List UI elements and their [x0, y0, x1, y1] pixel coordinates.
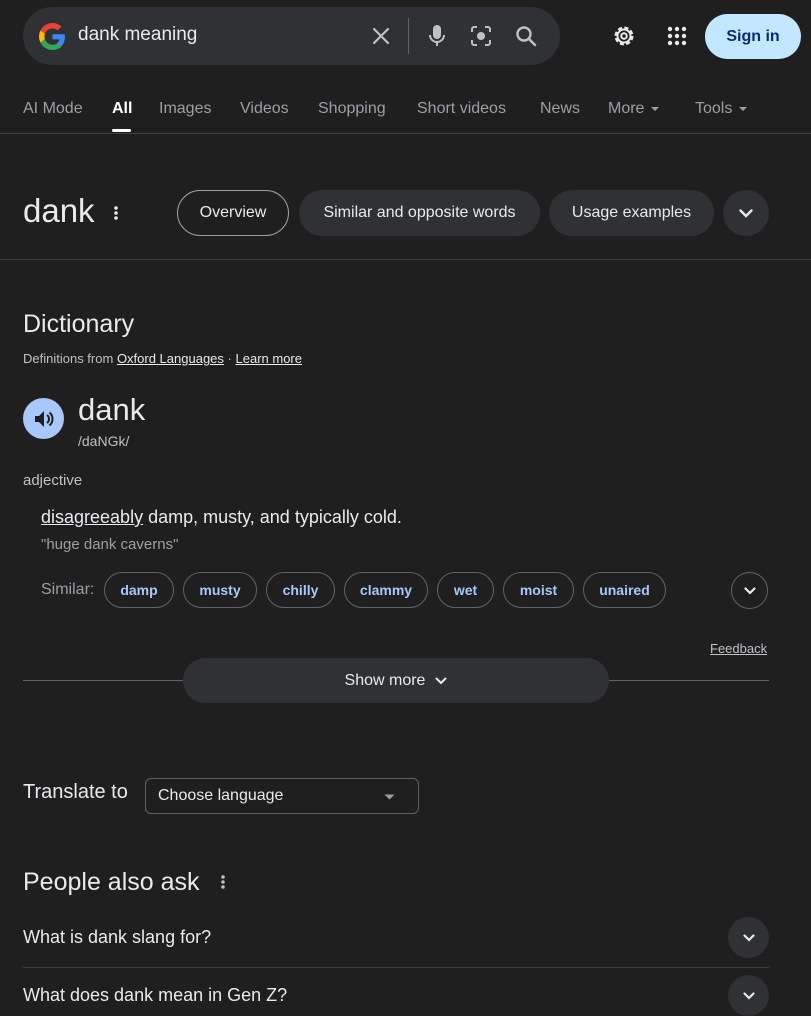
expand-chips-button[interactable]	[723, 190, 769, 236]
part-of-speech: adjective	[23, 472, 83, 489]
chevron-down-icon	[742, 933, 755, 942]
tab-videos[interactable]: Videos	[240, 99, 289, 119]
tab-label: AI Mode	[23, 100, 83, 117]
tab-short-videos[interactable]: Short videos	[417, 99, 506, 119]
pronunciation-button[interactable]	[23, 398, 64, 439]
google-logo-icon[interactable]	[39, 23, 66, 50]
tab-more[interactable]: More	[608, 99, 660, 119]
apps-grid-icon[interactable]	[664, 23, 690, 49]
lens-icon[interactable]	[468, 23, 494, 49]
definition-text: damp, musty, and typically cold.	[143, 507, 402, 527]
definition: disagreeably damp, musty, and typically …	[41, 507, 402, 528]
search-query-text[interactable]: dank meaning	[78, 24, 197, 46]
active-tab-indicator	[112, 129, 131, 132]
learn-more-link[interactable]: Learn more	[236, 351, 302, 366]
search-divider	[408, 18, 409, 54]
similar-chip-wet[interactable]: wet	[437, 572, 494, 608]
caret-down-icon	[384, 794, 395, 800]
paa-divider	[23, 967, 769, 968]
language-select[interactable]: Choose language	[145, 778, 419, 814]
tab-label: Shopping	[318, 100, 386, 117]
tab-shopping[interactable]: Shopping	[318, 99, 386, 119]
paa-question[interactable]: What is dank slang for?	[23, 927, 211, 948]
people-also-ask-heading: People also ask	[23, 868, 200, 896]
chip-overview[interactable]: Overview	[177, 190, 289, 236]
caret-down-icon	[738, 106, 748, 112]
tab-label: News	[540, 100, 581, 117]
tab-news[interactable]: News	[540, 99, 580, 119]
paa-question[interactable]: What does dank mean in Gen Z?	[23, 985, 287, 1006]
dictionary-heading: Dictionary	[23, 310, 135, 338]
phonetic: /daNGk/	[78, 433, 130, 449]
chevron-down-icon	[743, 586, 756, 595]
settings-gear-icon[interactable]	[610, 22, 638, 50]
clear-icon[interactable]	[369, 24, 393, 48]
expand-similar-button[interactable]	[731, 572, 768, 609]
expand-question-button[interactable]	[728, 917, 769, 958]
speaker-icon	[33, 409, 55, 429]
tools-label: Tools	[695, 100, 733, 117]
search-icon[interactable]	[513, 23, 539, 49]
similar-chip-chilly[interactable]: chilly	[266, 572, 335, 608]
tab-label: All	[112, 100, 133, 117]
chevron-down-icon	[435, 677, 447, 685]
definition-link[interactable]: disagreeably	[41, 507, 143, 527]
tab-label: Images	[159, 100, 212, 117]
tabs-divider	[0, 133, 811, 134]
tools-button[interactable]: Tools	[695, 99, 748, 119]
tab-ai-mode[interactable]: AI Mode	[23, 99, 83, 119]
similar-chip-clammy[interactable]: clammy	[344, 572, 428, 608]
language-select-value: Choose language	[158, 787, 284, 804]
more-options-icon[interactable]	[213, 870, 233, 894]
feedback-link[interactable]: Feedback	[710, 641, 767, 656]
show-more-button[interactable]: Show more	[183, 658, 609, 703]
headword: dank	[78, 392, 146, 427]
header-divider	[0, 259, 811, 260]
similar-label: Similar:	[41, 581, 95, 598]
tab-all[interactable]: All	[112, 99, 132, 119]
translate-label: Translate to	[23, 781, 128, 803]
expand-question-button[interactable]	[728, 975, 769, 1016]
show-more-label: Show more	[344, 671, 426, 689]
sign-in-button[interactable]: Sign in	[705, 14, 801, 59]
more-options-icon[interactable]	[106, 201, 126, 225]
similar-chip-unaired[interactable]: unaired	[583, 572, 666, 608]
tab-label: Short videos	[417, 100, 506, 117]
microphone-icon[interactable]	[424, 23, 450, 49]
source-prefix: Definitions from	[23, 351, 114, 366]
caret-down-icon	[650, 106, 660, 112]
chevron-down-icon	[739, 208, 753, 218]
tab-label: More	[608, 100, 645, 117]
oxford-languages-link[interactable]: Oxford Languages	[117, 351, 224, 366]
chevron-down-icon	[742, 991, 755, 1000]
similar-chip-damp[interactable]: damp	[104, 572, 174, 608]
chip-similar-opposite-words[interactable]: Similar and opposite words	[299, 190, 540, 236]
definitions-source: Definitions from Oxford Languages · Lear…	[23, 351, 302, 366]
entity-title: dank	[23, 192, 95, 229]
similar-chip-moist[interactable]: moist	[503, 572, 574, 608]
similar-chip-musty[interactable]: musty	[183, 572, 257, 608]
usage-example: "huge dank caverns"	[41, 536, 179, 553]
tab-images[interactable]: Images	[159, 99, 211, 119]
tab-label: Videos	[240, 100, 289, 117]
separator: ·	[227, 351, 232, 366]
chip-usage-examples[interactable]: Usage examples	[549, 190, 714, 236]
